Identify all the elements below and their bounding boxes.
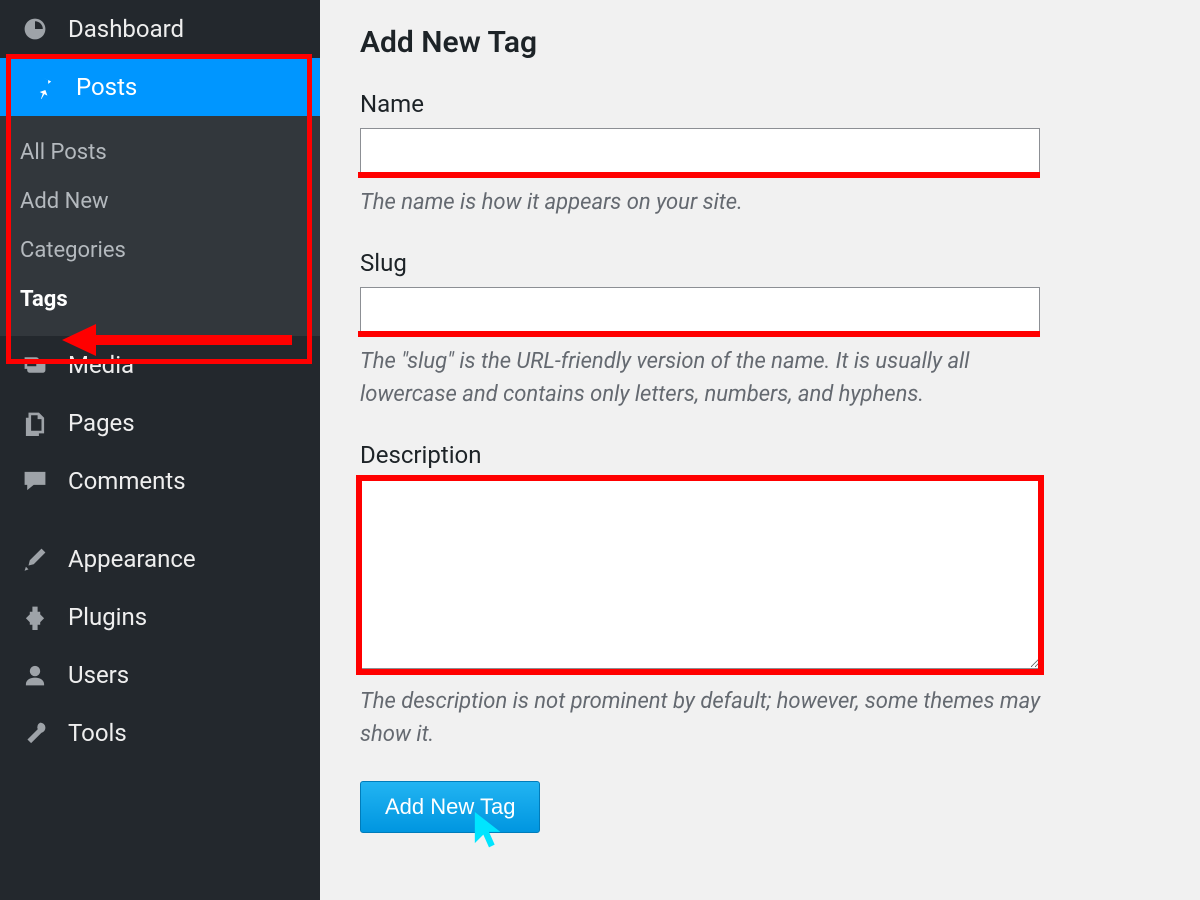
field-group-slug: Slug The "slug" is the URL-friendly vers…	[360, 249, 1160, 411]
description-help-text: The description is not prominent by defa…	[360, 685, 1060, 751]
menu-users[interactable]: Users	[0, 646, 320, 704]
annotation-underline-slug	[358, 331, 1040, 337]
menu-users-label: Users	[68, 661, 129, 689]
name-input[interactable]	[360, 128, 1040, 174]
admin-sidebar: Dashboard Posts All Posts Add New Catego…	[0, 0, 320, 900]
menu-dashboard-label: Dashboard	[68, 15, 184, 43]
name-help-text: The name is how it appears on your site.	[360, 186, 1060, 219]
main-content: Add New Tag Name The name is how it appe…	[320, 0, 1200, 900]
pin-icon	[28, 72, 58, 102]
menu-posts[interactable]: Posts	[0, 58, 320, 116]
annotation-underline-name	[358, 172, 1040, 178]
add-new-tag-button[interactable]: Add New Tag	[360, 781, 540, 833]
submenu-add-new[interactable]: Add New	[0, 177, 320, 226]
menu-comments-label: Comments	[68, 467, 186, 495]
media-icon	[20, 350, 50, 380]
submenu-tags[interactable]: Tags	[0, 275, 320, 324]
submenu-categories[interactable]: Categories	[0, 226, 320, 275]
menu-comments[interactable]: Comments	[0, 452, 320, 510]
menu-media-label: Media	[68, 351, 134, 379]
slug-input[interactable]	[360, 287, 1040, 333]
tools-icon	[20, 718, 50, 748]
menu-plugins[interactable]: Plugins	[0, 588, 320, 646]
users-icon	[20, 660, 50, 690]
menu-plugins-label: Plugins	[68, 603, 147, 631]
appearance-icon	[20, 544, 50, 574]
submenu-all-posts[interactable]: All Posts	[0, 128, 320, 177]
menu-dashboard[interactable]: Dashboard	[0, 0, 320, 58]
posts-submenu: All Posts Add New Categories Tags	[0, 116, 320, 336]
description-label: Description	[360, 441, 1160, 469]
slug-help-text: The "slug" is the URL-friendly version o…	[360, 345, 1060, 411]
menu-appearance-label: Appearance	[68, 545, 196, 573]
pages-icon	[20, 408, 50, 438]
menu-appearance[interactable]: Appearance	[0, 530, 320, 588]
comments-icon	[20, 466, 50, 496]
field-group-name: Name The name is how it appears on your …	[360, 90, 1160, 219]
menu-pages[interactable]: Pages	[0, 394, 320, 452]
slug-label: Slug	[360, 249, 1160, 277]
menu-pages-label: Pages	[68, 409, 135, 437]
menu-media[interactable]: Media	[0, 336, 320, 394]
field-group-description: Description The description is not promi…	[360, 441, 1160, 751]
description-textarea[interactable]	[360, 479, 1040, 669]
menu-tools-label: Tools	[68, 719, 127, 747]
dashboard-icon	[20, 14, 50, 44]
menu-posts-label: Posts	[76, 73, 137, 101]
name-label: Name	[360, 90, 1160, 118]
menu-tools[interactable]: Tools	[0, 704, 320, 762]
plugins-icon	[20, 602, 50, 632]
page-title: Add New Tag	[360, 25, 1160, 60]
